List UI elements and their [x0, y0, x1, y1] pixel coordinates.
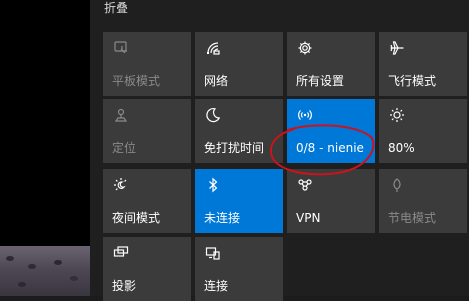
location-icon [112, 106, 130, 124]
project-icon [112, 244, 130, 262]
connect-icon [204, 244, 222, 262]
tile-label: 夜间模式 [112, 211, 161, 225]
tile-night-light[interactable]: 夜间模式 [103, 169, 191, 233]
tile-location[interactable]: 定位 [103, 99, 191, 163]
tile-bluetooth[interactable]: 未连接 [195, 169, 283, 233]
tile-airplane-mode[interactable]: 飞行模式 [379, 32, 467, 96]
tile-mobile-hotspot[interactable]: 0/8 - nienie [287, 99, 375, 163]
tile-label: 投影 [112, 279, 137, 293]
tile-label: 免打扰时间 [204, 141, 265, 155]
tile-brightness[interactable]: 80% [379, 99, 467, 163]
tile-all-settings[interactable]: 所有设置 [287, 32, 375, 96]
tile-label: 节电模式 [388, 211, 437, 225]
tile-project[interactable]: 投影 [103, 237, 191, 301]
gear-icon [296, 39, 314, 57]
tile-label: 所有设置 [296, 74, 345, 88]
tile-label: VPN [296, 211, 321, 225]
mobile-hotspot-icon [296, 106, 314, 124]
collapse-link[interactable]: 折叠 [104, 0, 128, 16]
tile-label: 80% [388, 141, 415, 155]
brightness-icon [388, 106, 406, 124]
vpn-icon [296, 176, 314, 194]
night-light-icon [112, 176, 130, 194]
tile-label: 定位 [112, 141, 137, 155]
tile-battery-saver[interactable]: 节电模式 [379, 169, 467, 233]
tile-label: 未连接 [204, 211, 241, 225]
tile-vpn[interactable]: VPN [287, 169, 375, 233]
network-icon [204, 39, 222, 57]
tile-label: 飞行模式 [388, 74, 437, 88]
tile-label: 连接 [204, 279, 229, 293]
desktop-background [0, 0, 90, 296]
tile-label: 网络 [204, 74, 229, 88]
tile-label: 平板模式 [112, 74, 161, 88]
bluetooth-icon [204, 176, 222, 194]
desktop-wallpaper-rock [0, 246, 90, 296]
tile-label: 0/8 - nienie [296, 141, 364, 155]
tile-network[interactable]: 网络 [195, 32, 283, 96]
tablet-mode-icon [112, 39, 130, 57]
tile-quiet-hours[interactable]: 免打扰时间 [195, 99, 283, 163]
airplane-icon [388, 39, 406, 57]
moon-icon [204, 106, 222, 124]
tile-connect[interactable]: 连接 [195, 237, 283, 301]
battery-saver-icon [388, 176, 406, 194]
tile-tablet-mode[interactable]: 平板模式 [103, 32, 191, 96]
